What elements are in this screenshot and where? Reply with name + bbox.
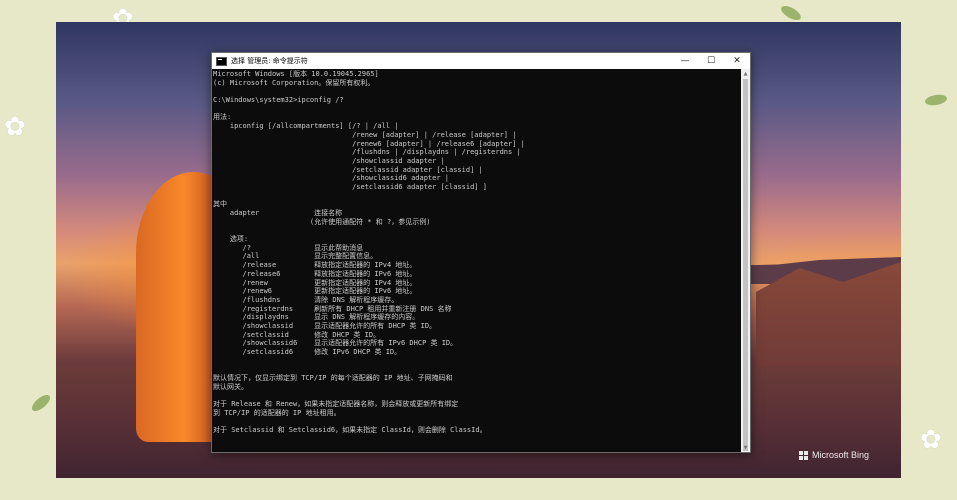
maximize-button[interactable]: ☐ bbox=[698, 53, 724, 69]
console-line: 对于 Release 和 Renew，如果未指定适配器名称，则会释放或更新所有绑… bbox=[213, 400, 459, 409]
console-output[interactable]: Microsoft Windows [版本 10.0.19045.2965] (c… bbox=[212, 69, 741, 452]
window-title: 选择 管理员: 命令提示符 bbox=[231, 57, 308, 65]
console-line: /renew6 更新指定适配器的 IPv6 地址。 bbox=[213, 287, 417, 296]
console-line: (允许使用通配符 * 和 ?，参见示例) bbox=[213, 217, 431, 226]
decor-leaf-right bbox=[924, 93, 948, 107]
console-line: ipconfig [/allcompartments] [/? | /all | bbox=[213, 122, 399, 131]
minimize-button[interactable]: — bbox=[672, 53, 698, 69]
decor-flower-left: ✿ bbox=[4, 112, 26, 142]
console-line: /showclassid adapter | bbox=[213, 156, 445, 165]
window-titlebar[interactable]: 选择 管理员: 命令提示符 — ☐ ✕ bbox=[212, 53, 750, 69]
cmd-icon[interactable] bbox=[216, 56, 227, 66]
console-line: 默认情况下，仅显示绑定到 TCP/IP 的每个适配器的 IP 地址、子网掩码和 bbox=[213, 374, 453, 383]
console-line: 到 TCP/IP 的适配器的 IP 地址租用。 bbox=[213, 408, 341, 417]
bing-watermark: Microsoft Bing bbox=[798, 450, 869, 460]
console-line: 用法: bbox=[213, 113, 232, 122]
console-line: 对于 Setclassid 和 Setclassid6，如果未指定 ClassI… bbox=[213, 426, 487, 435]
console-line: /release 释放指定适配器的 IPv4 地址。 bbox=[213, 261, 417, 270]
console-line: /all 显示完整配置信息。 bbox=[213, 252, 378, 261]
console-line: /renew6 [adapter] | /release6 [adapter] … bbox=[213, 139, 525, 148]
console-line: /displaydns 显示 DNS 解析程序缓存的内容。 bbox=[213, 313, 420, 322]
console-line: 选项: bbox=[213, 235, 249, 244]
scroll-up-arrow-icon[interactable]: ▲ bbox=[741, 69, 750, 78]
decor-leaf-top-right bbox=[778, 3, 804, 23]
console-line: /setclassid6 修改 IPv6 DHCP 类 ID。 bbox=[213, 348, 402, 356]
bing-watermark-text: Microsoft Bing bbox=[811, 450, 869, 460]
console-line: /renew 更新指定适配器的 IPv4 地址。 bbox=[213, 278, 417, 287]
console-line: /showclassid 显示适配器允许的所有 DHCP 类 ID。 bbox=[213, 321, 437, 330]
scrollbar-thumb[interactable] bbox=[743, 79, 748, 451]
console-line: adapter 连接名称 bbox=[213, 209, 343, 217]
console-line: /flushdns 清除 DNS 解析程序缓存。 bbox=[213, 295, 399, 304]
console-line: /setclassid6 adapter [classid] ] bbox=[213, 182, 487, 191]
console-line: /showclassid6 adapter | bbox=[213, 174, 450, 183]
console-line: /registerdns 刷新所有 DHCP 租用并重新注册 DNS 名称 bbox=[213, 304, 452, 313]
console-line: /flushdns | /displaydns | /registerdns | bbox=[213, 148, 521, 157]
console-line: C:\Windows\system32>ipconfig /? bbox=[213, 96, 344, 105]
console-line: /release6 释放指定适配器的 IPv6 地址。 bbox=[213, 269, 417, 278]
window-controls: — ☐ ✕ bbox=[672, 53, 750, 69]
console-line: 默认网关。 bbox=[213, 382, 248, 391]
vertical-scrollbar[interactable]: ▲ ▼ bbox=[741, 69, 750, 452]
console-line: (c) Microsoft Corporation。保留所有权利。 bbox=[213, 78, 375, 87]
console-line: /setclassid 修改 DHCP 类 ID。 bbox=[213, 330, 381, 339]
console-line: /setclassid adapter [classid] | bbox=[213, 165, 483, 174]
windows-logo-icon bbox=[798, 450, 808, 460]
console-line: /showclassid6 显示适配器允许的所有 IPv6 DHCP 类 ID。 bbox=[213, 339, 458, 348]
scroll-down-arrow-icon[interactable]: ▼ bbox=[741, 443, 750, 452]
decor-leaf-left-bottom bbox=[29, 392, 53, 414]
console-line: /renew [adapter] | /release [adapter] | bbox=[213, 130, 517, 139]
decor-flower-right: ✿ bbox=[920, 425, 942, 455]
close-button[interactable]: ✕ bbox=[724, 53, 750, 69]
command-prompt-window[interactable]: 选择 管理员: 命令提示符 — ☐ ✕ Microsoft Windows [版… bbox=[211, 52, 751, 453]
console-line: Microsoft Windows [版本 10.0.19045.2965] bbox=[213, 70, 379, 78]
console-line: 其中 bbox=[213, 200, 227, 209]
